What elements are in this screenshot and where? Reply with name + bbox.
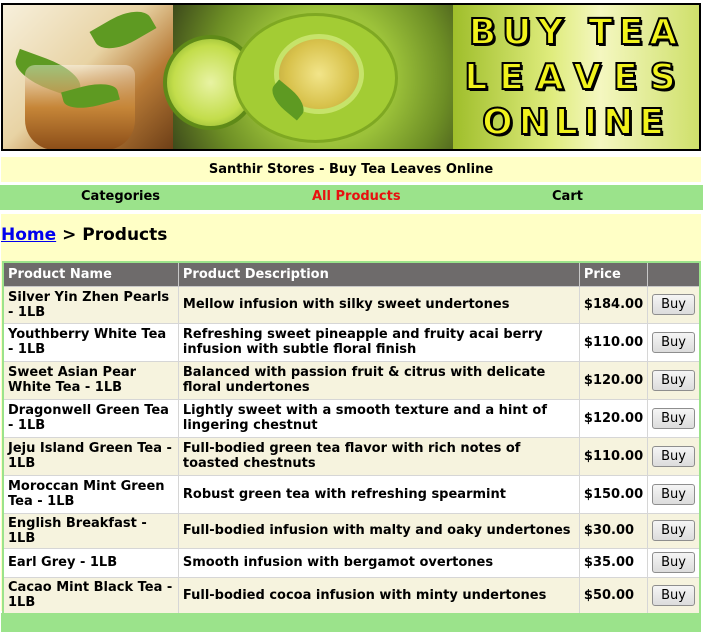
- table-row: Earl Grey - 1LB Smooth infusion with ber…: [2, 547, 701, 578]
- buy-button[interactable]: Buy: [652, 331, 695, 353]
- product-description: Robust green tea with refreshing spearmi…: [177, 474, 580, 514]
- buy-cell: Buy: [647, 360, 701, 400]
- product-price: $150.00: [578, 474, 649, 514]
- product-name: Cacao Mint Black Tea - 1LB: [2, 576, 179, 615]
- product-description: Smooth infusion with bergamot overtones: [177, 547, 580, 578]
- buy-button[interactable]: Buy: [652, 584, 695, 606]
- product-name: Silver Yin Zhen Pearls - 1LB: [2, 285, 179, 324]
- product-description: Full-bodied infusion with malty and oaky…: [177, 512, 580, 549]
- product-price: $120.00: [578, 360, 649, 400]
- table-row: Sweet Asian Pear White Tea - 1LB Balance…: [2, 360, 701, 400]
- nav-cart[interactable]: Cart: [552, 189, 583, 204]
- breadcrumb: Home > Products: [1, 225, 167, 245]
- product-description: Lightly sweet with a smooth texture and …: [177, 398, 580, 438]
- product-price: $110.00: [578, 322, 649, 362]
- product-name: Jeju Island Green Tea - 1LB: [2, 436, 179, 476]
- product-description: Full-bodied cocoa infusion with minty un…: [177, 576, 580, 615]
- store-title-bar: Santhir Stores - Buy Tea Leaves Online: [1, 157, 701, 182]
- table-row: Youthberry White Tea - 1LB Refreshing sw…: [2, 322, 701, 362]
- product-description: Full-bodied green tea flavor with rich n…: [177, 436, 580, 476]
- main-nav: Categories All Products Cart: [0, 185, 703, 210]
- store-title: Santhir Stores - Buy Tea Leaves Online: [208, 162, 494, 177]
- product-description: Mellow infusion with silky sweet underto…: [177, 285, 580, 324]
- product-price: $184.00: [578, 285, 649, 324]
- buy-button[interactable]: Buy: [652, 369, 695, 391]
- product-name: Moroccan Mint Green Tea - 1LB: [2, 474, 179, 514]
- buy-cell: Buy: [647, 398, 701, 438]
- product-name: English Breakfast - 1LB: [2, 512, 179, 549]
- buy-cell: Buy: [647, 436, 701, 476]
- banner-line-1: BUY TEA: [468, 11, 684, 54]
- iced-tea-image: [3, 5, 173, 149]
- product-name: Earl Grey - 1LB: [2, 547, 179, 578]
- product-name: Dragonwell Green Tea - 1LB: [2, 398, 179, 438]
- table-row: English Breakfast - 1LB Full-bodied infu…: [2, 512, 701, 549]
- product-description: Refreshing sweet pineapple and fruity ac…: [177, 322, 580, 362]
- footer-bar: [1, 613, 701, 632]
- buy-button[interactable]: Buy: [652, 520, 695, 541]
- breadcrumb-home-link[interactable]: Home: [1, 225, 56, 245]
- product-price: $35.00: [578, 547, 649, 578]
- table-row: Cacao Mint Black Tea - 1LB Full-bodied c…: [2, 576, 701, 615]
- breadcrumb-separator: >: [62, 225, 77, 245]
- product-price: $50.00: [578, 576, 649, 615]
- table-row: Dragonwell Green Tea - 1LB Lightly sweet…: [2, 398, 701, 438]
- table-row: Jeju Island Green Tea - 1LB Full-bodied …: [2, 436, 701, 476]
- table-row: Silver Yin Zhen Pearls - 1LB Mellow infu…: [2, 285, 701, 324]
- buy-cell: Buy: [647, 547, 701, 578]
- buy-button[interactable]: Buy: [652, 294, 695, 315]
- product-description: Balanced with passion fruit & citrus wit…: [177, 360, 580, 400]
- buy-button[interactable]: Buy: [652, 445, 695, 467]
- table-row: Moroccan Mint Green Tea - 1LB Robust gre…: [2, 474, 701, 514]
- site-banner: BUY TEA LEAVES ONLINE: [1, 3, 701, 151]
- main-content: Home > Products Product Name Product Des…: [1, 214, 701, 615]
- buy-cell: Buy: [647, 474, 701, 514]
- header-action: [647, 261, 701, 287]
- product-name: Sweet Asian Pear White Tea - 1LB: [2, 360, 179, 400]
- buy-cell: Buy: [647, 576, 701, 615]
- buy-button[interactable]: Buy: [652, 552, 695, 573]
- product-price: $30.00: [578, 512, 649, 549]
- header-price: Price: [578, 261, 649, 287]
- table-header-row: Product Name Product Description Price: [2, 261, 701, 287]
- buy-button[interactable]: Buy: [652, 483, 695, 505]
- buy-cell: Buy: [647, 512, 701, 549]
- header-product-description: Product Description: [177, 261, 580, 287]
- buy-button[interactable]: Buy: [652, 407, 695, 429]
- buy-cell: Buy: [647, 285, 701, 324]
- banner-title: BUY TEA LEAVES ONLINE: [453, 5, 699, 149]
- header-product-name: Product Name: [2, 261, 179, 287]
- green-tea-cup-image: [163, 5, 453, 149]
- product-price: $120.00: [578, 398, 649, 438]
- breadcrumb-current: Products: [82, 225, 168, 245]
- products-table: Product Name Product Description Price S…: [2, 261, 701, 615]
- nav-categories[interactable]: Categories: [81, 189, 160, 204]
- product-price: $110.00: [578, 436, 649, 476]
- product-name: Youthberry White Tea - 1LB: [2, 322, 179, 362]
- banner-line-3: ONLINE: [481, 101, 670, 144]
- banner-line-2: LEAVES: [463, 56, 688, 99]
- buy-cell: Buy: [647, 322, 701, 362]
- nav-all-products[interactable]: All Products: [312, 189, 401, 204]
